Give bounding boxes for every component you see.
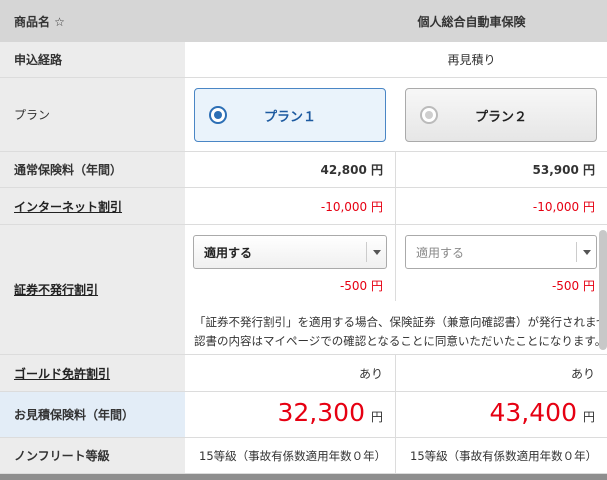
internet-value-1: -10,000 円 [320,199,383,214]
plan-2-button[interactable]: プラン２ [405,88,597,142]
paperless-note-line-1: 「証券不発行割引」を適用する場合、保険証券（兼意向確認書）が発行されませ [194,315,607,329]
estimate-price-1: 32,300 円 [278,398,384,427]
route-cell: 再見積り [185,42,607,77]
route-row: 申込経路 再見積り [0,42,607,78]
paperless-note: 「証券不発行割引」を適用する場合、保険証券（兼意向確認書）が発行されませ 認書の… [194,313,607,351]
gold-value-1: あり [358,366,383,381]
estimate-price-1-unit: 円 [370,410,383,424]
gold-license-link[interactable]: ゴールド免許割引 [0,355,185,391]
premium-label: 通常保険料（年間） [0,152,185,187]
gold-value-2: あり [570,366,595,381]
premium-value-1: 42,800 円 [320,163,384,177]
estimate-price-2: 43,400 円 [490,398,596,427]
internet-cell-1: -10,000 円 [185,188,396,224]
paperless-value-2: -500 円 [551,279,595,293]
plan-1-label: プラン１ [263,109,316,125]
nonfleet-value-1: 15等級（事故有係数適用年数０年） [199,448,387,463]
estimate-cell-2: 43,400 円 [396,392,607,437]
paperless-select-2-value: 適用する [416,245,465,260]
internet-cell-2: -10,000 円 [396,188,607,224]
premium-cell-1: 42,800 円 [185,152,396,187]
paperless-note-line-2: 認書の内容はマイページでの確認となることに同意いただいたことになります。 [194,334,607,348]
estimate-price-1-number: 32,300 [277,398,365,427]
estimate-cell-1: 32,300 円 [185,392,396,437]
chevron-down-icon[interactable] [366,242,386,262]
chevron-down-icon[interactable] [576,242,596,262]
estimate-row: お見積保険料（年間） 32,300 円 43,400 円 [0,392,607,438]
internet-discount-link[interactable]: インターネット割引 [0,188,185,224]
premium-cell-2: 53,900 円 [396,152,607,187]
gold-cell-2: あり [396,355,607,391]
paperless-select-1[interactable]: 適用する [193,235,387,269]
gold-cell-1: あり [185,355,396,391]
estimate-label: お見積保険料（年間） [0,392,185,437]
nonfleet-label: ノンフリート等級 [0,438,185,473]
paperless-select-2[interactable]: 適用する [405,235,597,269]
plan-row: プラン プラン１ プラン２ [0,78,607,152]
bottom-bar [0,474,607,480]
table-header-row: 商品名 ☆ 個人総合自動車保険 [0,0,607,42]
plan-1-button[interactable]: プラン１ [194,88,386,142]
product-name-header: 商品名 ☆ [0,0,185,42]
nonfleet-cell-2: 15等級（事故有係数適用年数０年） [396,438,607,473]
paperless-select-1-value: 適用する [204,245,253,260]
nonfleet-cell-1: 15等級（事故有係数適用年数０年） [185,438,396,473]
internet-value-2: -10,000 円 [532,199,595,214]
nonfleet-row: ノンフリート等級 15等級（事故有係数適用年数０年） 15等級（事故有係数適用年… [0,438,607,474]
estimate-price-2-number: 43,400 [489,398,577,427]
estimate-price-2-unit: 円 [582,410,595,424]
plan-2-label: プラン２ [474,109,527,125]
product-title: 個人総合自動車保険 [417,14,526,29]
gold-license-row: ゴールド免許割引 あり あり [0,355,607,392]
internet-discount-row: インターネット割引 -10,000 円 -10,000 円 [0,188,607,225]
nonfleet-value-2: 15等級（事故有係数適用年数０年） [410,448,598,463]
paperless-value-1: -500 円 [339,279,383,293]
route-value: 再見積り [447,53,496,67]
plan-label: プラン [0,78,185,151]
premium-value-2: 53,900 円 [532,163,596,177]
paperless-discount-link[interactable]: 証券不発行割引 [0,225,185,354]
premium-row: 通常保険料（年間） 42,800 円 53,900 円 [0,152,607,188]
route-label: 申込経路 [0,42,185,77]
paperless-discount-row: 証券不発行割引 -500 円 -500 円 適用する 適用する 「証券不発行割引… [0,225,607,355]
scrollbar[interactable] [599,230,607,350]
